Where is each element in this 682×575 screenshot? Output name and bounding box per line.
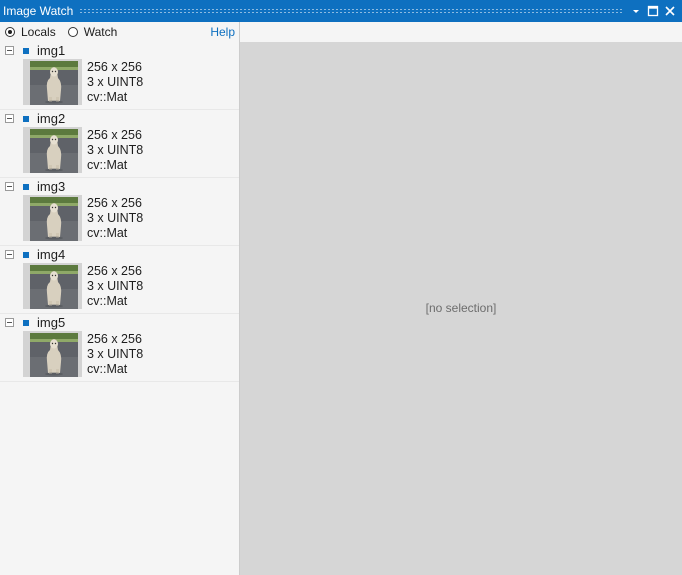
image-info: 256 x 256 3 x UINT8 cv::Mat (87, 128, 143, 173)
image-size: 256 x 256 (87, 60, 142, 74)
locals-label: Locals (21, 25, 56, 39)
image-item[interactable]: img1 256 x 256 3 x UINT8 cv::Mat (0, 42, 239, 110)
image-name: img5 (37, 315, 66, 330)
image-thumbnail[interactable] (23, 331, 82, 377)
watch-radio[interactable]: Watch (67, 25, 118, 39)
image-info: 256 x 256 3 x UINT8 cv::Mat (87, 196, 143, 241)
help-link[interactable]: Help (210, 25, 235, 39)
image-thumbnail[interactable] (23, 263, 82, 309)
watch-label: Watch (83, 25, 118, 39)
image-class: cv::Mat (87, 158, 128, 172)
close-icon[interactable] (662, 3, 678, 19)
image-class: cv::Mat (87, 294, 128, 308)
image-name: img1 (37, 43, 66, 58)
image-info: 256 x 256 3 x UINT8 cv::Mat (87, 332, 143, 377)
dropdown-icon[interactable] (628, 3, 644, 19)
image-type: 3 x UINT8 (87, 211, 144, 225)
collapse-icon[interactable] (5, 114, 14, 123)
locals-radio[interactable]: Locals (5, 25, 56, 39)
image-size: 256 x 256 (87, 196, 142, 210)
image-type: 3 x UINT8 (87, 279, 144, 293)
image-size: 256 x 256 (87, 264, 142, 278)
image-name: img2 (37, 111, 66, 126)
viewer-toolbar (240, 22, 682, 42)
image-size: 256 x 256 (87, 128, 142, 142)
image-size: 256 x 256 (87, 332, 142, 346)
scope-toolbar: Locals Watch Help (0, 22, 239, 42)
image-type-icon (23, 184, 29, 190)
title-bar: Image Watch (0, 0, 682, 22)
image-thumbnail[interactable] (23, 127, 82, 173)
window-title: Image Watch (3, 4, 74, 18)
locals-radio-circle[interactable] (5, 27, 15, 37)
image-item[interactable]: img4 256 x 256 3 x UINT8 cv::Mat (0, 246, 239, 314)
image-class: cv::Mat (87, 362, 128, 376)
image-class: cv::Mat (87, 226, 128, 240)
image-name: img3 (37, 179, 66, 194)
image-info: 256 x 256 3 x UINT8 cv::Mat (87, 60, 143, 105)
image-name: img4 (37, 247, 66, 262)
collapse-icon[interactable] (5, 250, 14, 259)
image-type-icon (23, 116, 29, 122)
image-item[interactable]: img3 256 x 256 3 x UINT8 cv::Mat (0, 178, 239, 246)
image-item[interactable]: img5 256 x 256 3 x UINT8 cv::Mat (0, 314, 239, 382)
image-class: cv::Mat (87, 90, 128, 104)
image-item[interactable]: img2 256 x 256 3 x UINT8 cv::Mat (0, 110, 239, 178)
image-type-icon (23, 48, 29, 54)
collapse-icon[interactable] (5, 182, 14, 191)
image-type: 3 x UINT8 (87, 347, 144, 361)
image-type: 3 x UINT8 (87, 143, 144, 157)
maximize-icon[interactable] (645, 3, 661, 19)
image-type: 3 x UINT8 (87, 75, 144, 89)
collapse-icon[interactable] (5, 46, 14, 55)
drag-grip[interactable] (79, 8, 622, 14)
image-thumbnail[interactable] (23, 59, 82, 105)
watch-radio-circle[interactable] (67, 27, 78, 37)
image-thumbnail[interactable] (23, 195, 82, 241)
image-list: img1 256 x 256 3 x UINT8 cv::Mat img2 25… (0, 42, 239, 575)
image-type-icon (23, 252, 29, 258)
image-viewer[interactable]: [no selection] (240, 42, 682, 575)
no-selection-text: [no selection] (425, 301, 497, 315)
collapse-icon[interactable] (5, 318, 14, 327)
image-type-icon (23, 320, 29, 326)
image-info: 256 x 256 3 x UINT8 cv::Mat (87, 264, 143, 309)
